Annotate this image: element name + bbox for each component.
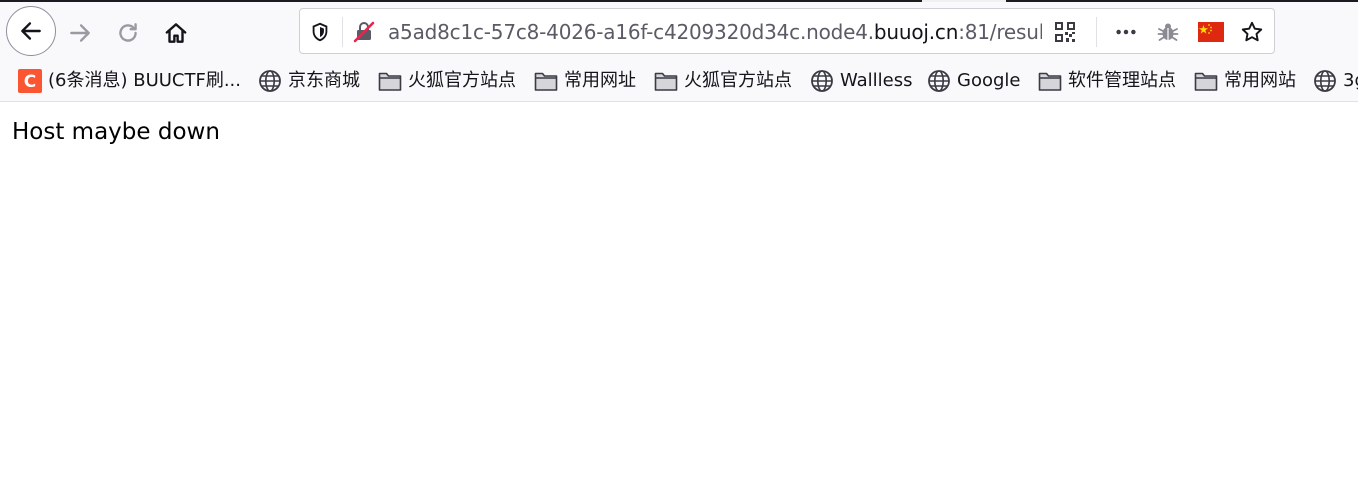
- reload-button[interactable]: [105, 10, 151, 56]
- folder-icon: [654, 69, 678, 93]
- navigation-toolbar: a5ad8c1c-57c8-4026-a16f-c4209320d34c.nod…: [0, 2, 1358, 60]
- bookmark-label: 京东商城: [288, 70, 360, 91]
- home-button[interactable]: [153, 10, 199, 56]
- tracking-protection-shield-icon[interactable]: [308, 20, 332, 44]
- urlbar-separator-2: [1096, 17, 1097, 47]
- bookmark-item[interactable]: Google: [927, 68, 1020, 94]
- url-suffix: :81/result: [958, 20, 1042, 44]
- home-icon: [163, 20, 189, 46]
- url-host: buuoj.cn: [873, 20, 959, 44]
- bookmarks-toolbar: C (6条消息) BUUCTF刷... 京东商城 火狐官方站点 常用网址 火狐官…: [0, 60, 1358, 102]
- svg-text:C: C: [24, 72, 36, 92]
- bookmark-star-icon[interactable]: [1240, 20, 1264, 44]
- bookmark-label: 常用网址: [564, 70, 636, 91]
- back-arrow-icon: [18, 18, 44, 44]
- folder-icon: [1194, 69, 1218, 93]
- bookmark-label: 3g: [1343, 70, 1358, 91]
- bookmark-folder[interactable]: 火狐官方站点: [378, 68, 516, 94]
- forward-button[interactable]: [57, 10, 103, 56]
- globe-icon: [927, 69, 951, 93]
- back-button[interactable]: [6, 6, 56, 56]
- globe-icon: [258, 69, 282, 93]
- folder-icon: [378, 69, 402, 93]
- bug-icon[interactable]: [1156, 20, 1180, 44]
- insecure-connection-lock-icon[interactable]: [352, 20, 376, 44]
- reload-icon: [115, 20, 141, 46]
- bookmark-label: Wallless: [840, 70, 913, 91]
- url-text[interactable]: a5ad8c1c-57c8-4026-a16f-c4209320d34c.nod…: [388, 20, 1042, 44]
- bookmark-label: 软件管理站点: [1068, 70, 1176, 91]
- folder-icon: [534, 69, 558, 93]
- page-message: Host maybe down: [12, 119, 220, 145]
- bookmark-folder[interactable]: 火狐官方站点: [654, 68, 792, 94]
- url-prefix: a5ad8c1c-57c8-4026-a16f-c4209320d34c.nod…: [388, 20, 874, 44]
- bookmark-folder[interactable]: 软件管理站点: [1038, 68, 1176, 94]
- globe-icon: [1313, 69, 1337, 93]
- bookmark-folder[interactable]: 常用网址: [534, 68, 636, 94]
- bookmark-label: 火狐官方站点: [684, 70, 792, 91]
- bookmark-item[interactable]: 3g: [1313, 68, 1358, 94]
- bookmark-item[interactable]: C (6条消息) BUUCTF刷...: [18, 68, 241, 94]
- page-content: Host maybe down: [0, 103, 1358, 492]
- bookmark-label: 火狐官方站点: [408, 70, 516, 91]
- csdn-icon: C: [18, 69, 42, 93]
- bookmark-folder[interactable]: 常用网站: [1194, 68, 1296, 94]
- globe-icon: [810, 69, 834, 93]
- bookmark-label: (6条消息) BUUCTF刷...: [48, 70, 241, 91]
- forward-arrow-icon: [67, 20, 93, 46]
- address-bar[interactable]: a5ad8c1c-57c8-4026-a16f-c4209320d34c.nod…: [299, 8, 1275, 54]
- folder-icon: [1038, 69, 1062, 93]
- bookmark-item[interactable]: 京东商城: [258, 68, 360, 94]
- bookmark-label: Google: [957, 70, 1021, 91]
- page-actions-more-icon[interactable]: [1114, 20, 1138, 44]
- china-flag-icon[interactable]: [1198, 20, 1224, 44]
- qr-code-icon[interactable]: [1053, 20, 1077, 44]
- urlbar-separator: [342, 17, 343, 47]
- bookmark-label: 常用网站: [1224, 70, 1296, 91]
- bookmark-item[interactable]: Wallless: [810, 68, 913, 94]
